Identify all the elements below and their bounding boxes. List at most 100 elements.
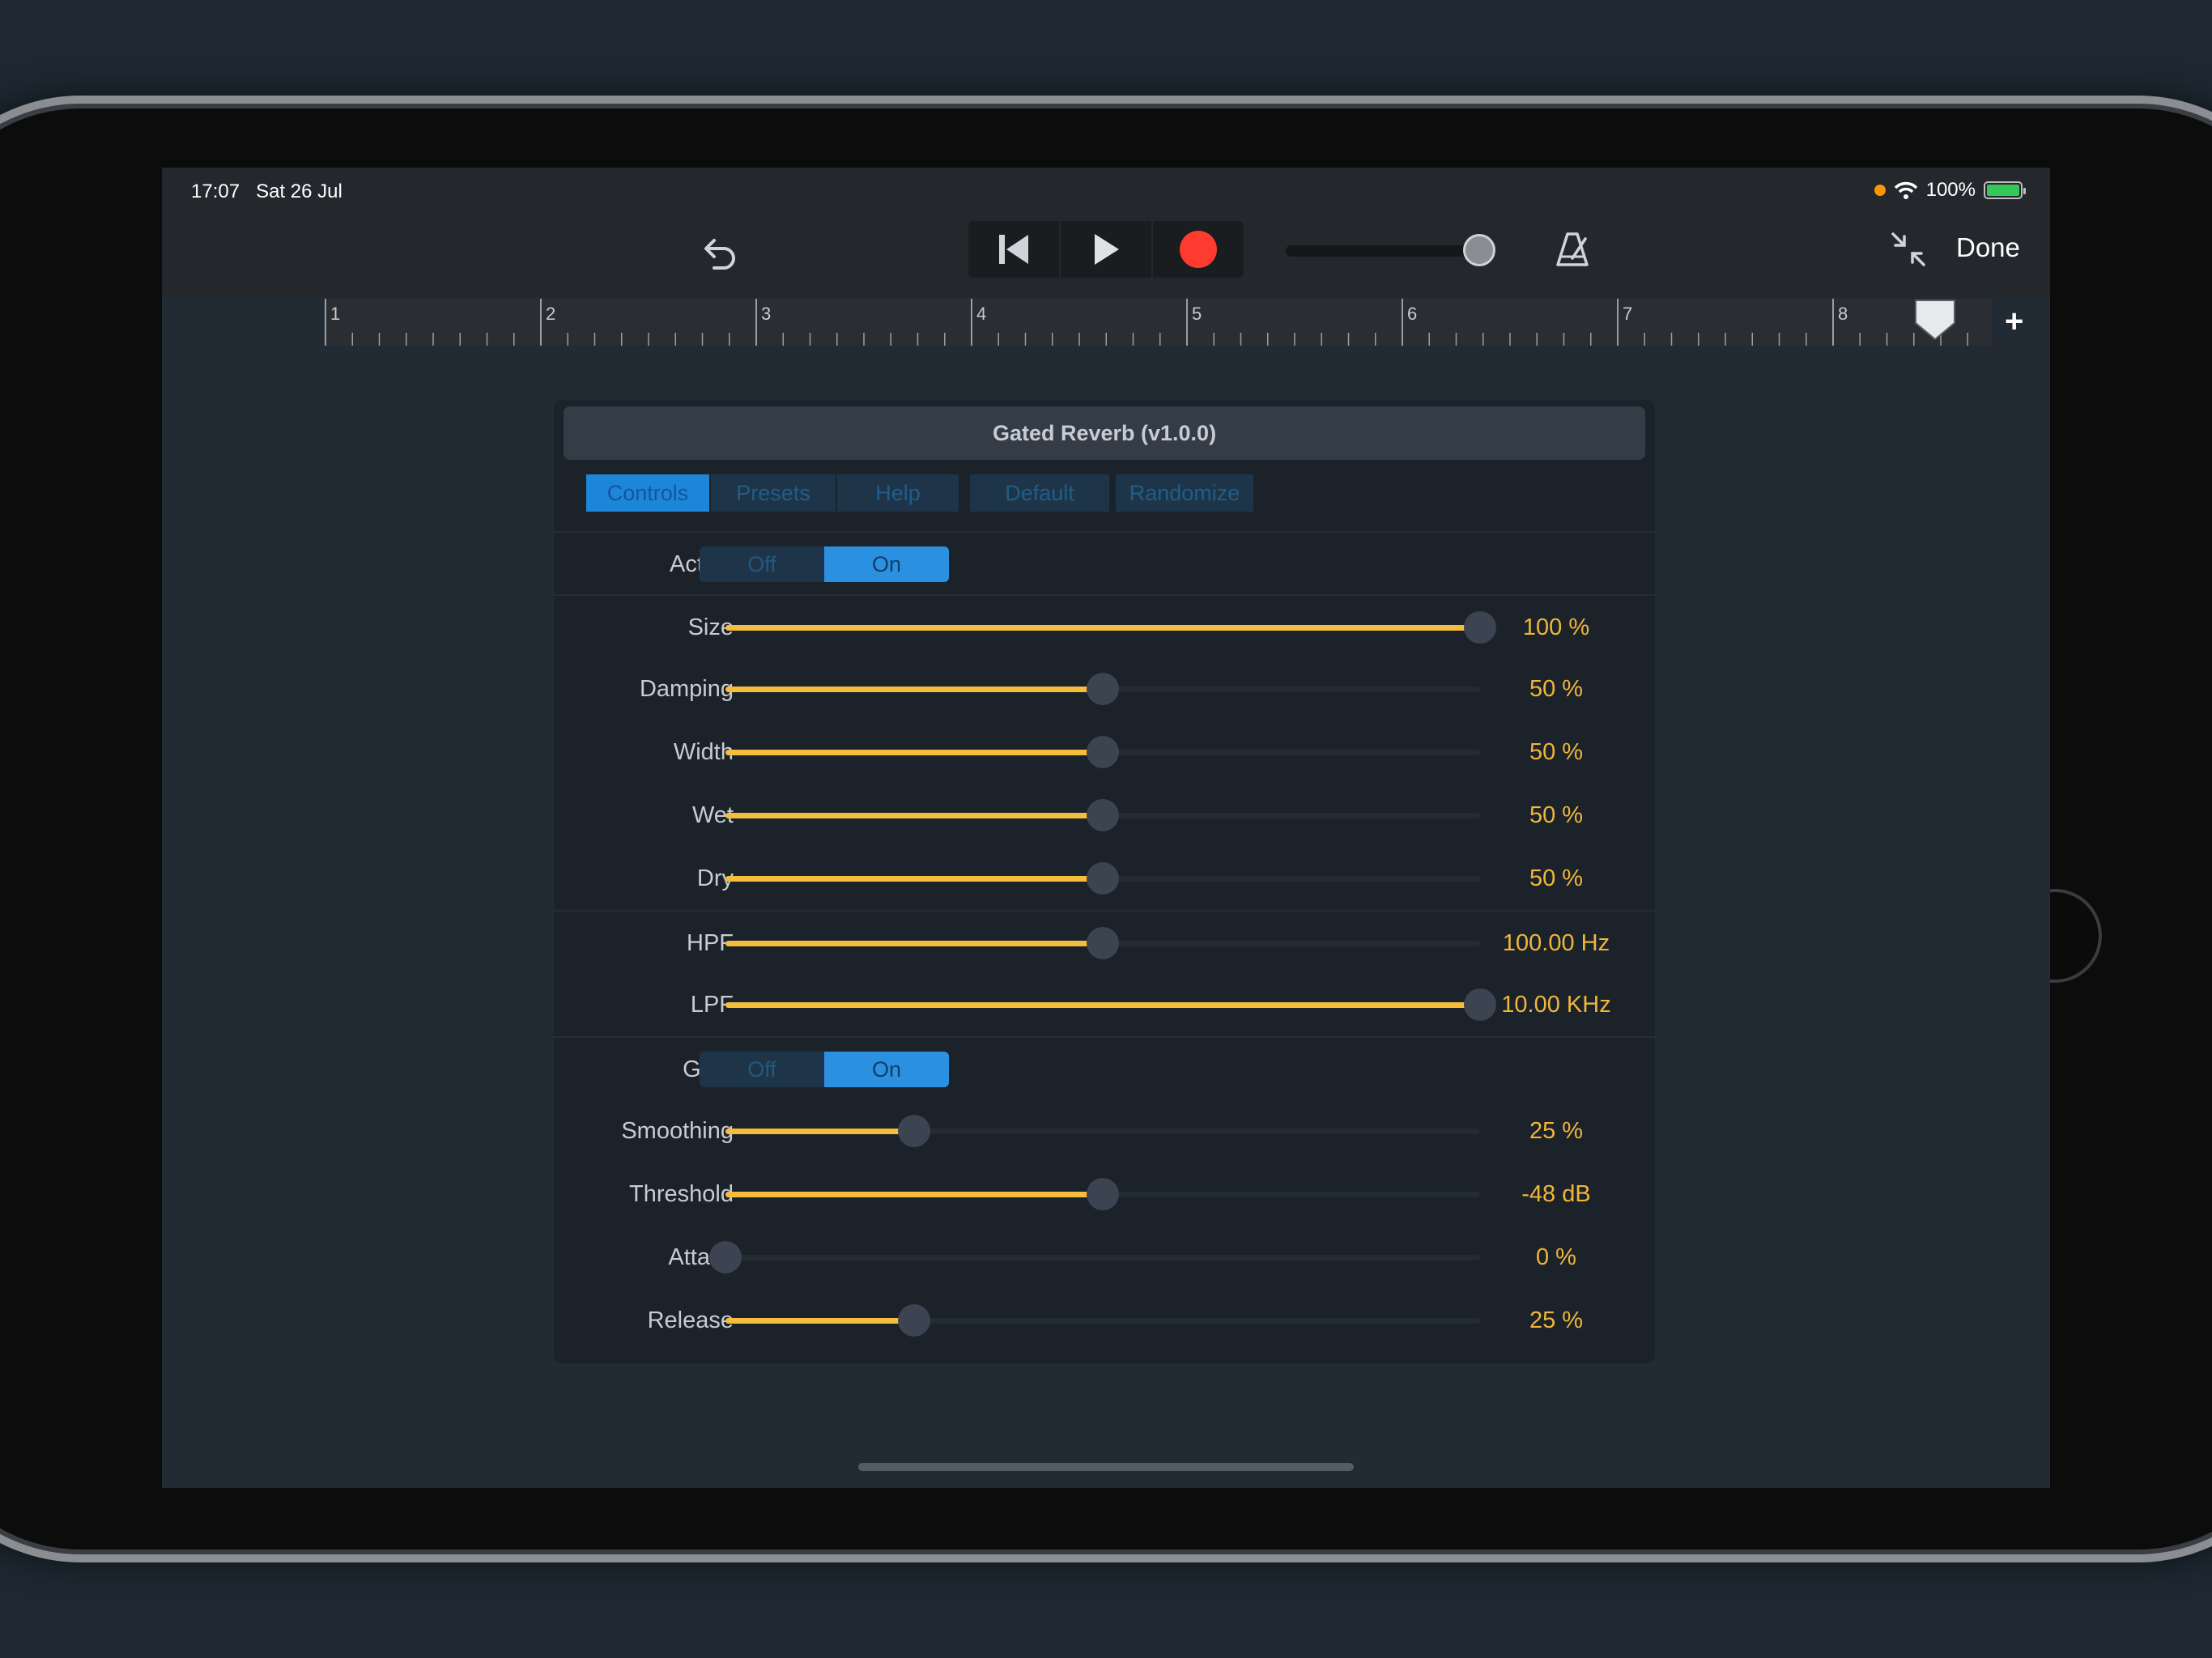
slider-knob[interactable] bbox=[1087, 799, 1119, 831]
bar-number: 7 bbox=[1623, 304, 1633, 324]
slider-fill bbox=[725, 625, 1480, 631]
slider-knob[interactable] bbox=[1087, 927, 1119, 959]
wet-slider[interactable] bbox=[725, 799, 1480, 831]
param-row-lpf: LPF 10.00 KHz bbox=[554, 973, 1655, 1036]
plus-icon[interactable]: + bbox=[2005, 304, 2023, 340]
param-row-attack: Attack 0 % bbox=[554, 1226, 1655, 1289]
slider-fill bbox=[725, 813, 1103, 818]
size-value: 100 % bbox=[1522, 614, 1590, 640]
slider-knob[interactable] bbox=[898, 1304, 930, 1337]
smoothing-label: Smoothing bbox=[621, 1117, 734, 1144]
tab-controls[interactable]: Controls bbox=[586, 474, 709, 512]
slider-knob[interactable] bbox=[1087, 1178, 1119, 1210]
hpf-slider[interactable] bbox=[725, 927, 1480, 959]
width-value: 50 % bbox=[1529, 738, 1584, 765]
mic-indicator-icon bbox=[1874, 185, 1886, 196]
bar-number: 8 bbox=[1838, 304, 1848, 324]
top-bar: 17:07 Sat 26 Jul 100% Done 1 2 3 4 5 6 7… bbox=[162, 168, 2050, 346]
done-button[interactable]: Done bbox=[1956, 232, 2020, 263]
active-on-option[interactable]: On bbox=[824, 546, 949, 582]
param-row-size: Size 100 % bbox=[554, 594, 1655, 657]
slider-fill bbox=[725, 876, 1103, 882]
bar-number: 6 bbox=[1407, 304, 1418, 324]
timeline-ruler[interactable]: 1 2 3 4 5 6 7 8 bbox=[324, 299, 1992, 346]
release-label: Release bbox=[647, 1307, 734, 1333]
active-toggle: Off On bbox=[700, 546, 949, 582]
undo-icon[interactable] bbox=[696, 231, 742, 276]
collapse-icon[interactable] bbox=[1888, 229, 1929, 270]
transport-controls bbox=[968, 221, 1244, 278]
width-label: Width bbox=[673, 738, 734, 765]
active-row: Active Off On bbox=[554, 531, 1655, 594]
threshold-label: Threshold bbox=[629, 1180, 734, 1207]
default-button[interactable]: Default bbox=[970, 474, 1109, 512]
threshold-slider[interactable] bbox=[725, 1178, 1480, 1210]
slider-fill bbox=[725, 750, 1103, 755]
ruler-ticks bbox=[325, 299, 1968, 346]
param-row-smoothing: Smoothing 25 % bbox=[554, 1099, 1655, 1163]
param-row-release: Release 25 % bbox=[554, 1289, 1655, 1352]
dry-slider[interactable] bbox=[725, 862, 1480, 895]
attack-value: 0 % bbox=[1536, 1244, 1576, 1270]
size-slider[interactable] bbox=[725, 611, 1496, 644]
slider-fill bbox=[725, 1318, 914, 1324]
param-row-dry: Dry 50 % bbox=[554, 847, 1655, 910]
param-row-hpf: HPF 100.00 Hz bbox=[554, 910, 1655, 973]
master-volume-knob[interactable] bbox=[1463, 234, 1496, 266]
width-slider[interactable] bbox=[725, 736, 1480, 768]
lpf-value: 10.00 KHz bbox=[1501, 991, 1611, 1018]
release-slider[interactable] bbox=[725, 1304, 1480, 1337]
home-indicator bbox=[858, 1463, 1354, 1471]
slider-knob[interactable] bbox=[1087, 862, 1119, 895]
tab-presets[interactable]: Presets bbox=[711, 474, 836, 512]
bar-number: 1 bbox=[330, 304, 341, 324]
damping-label: Damping bbox=[639, 675, 734, 702]
smoothing-value: 25 % bbox=[1529, 1117, 1584, 1144]
slider-knob[interactable] bbox=[1087, 736, 1119, 768]
damping-value: 50 % bbox=[1529, 675, 1584, 702]
slider-knob[interactable] bbox=[1087, 673, 1119, 705]
app-screen: 17:07 Sat 26 Jul 100% Done 1 2 3 4 5 6 7… bbox=[162, 168, 2050, 1488]
play-icon bbox=[1095, 234, 1119, 265]
play-button[interactable] bbox=[1061, 221, 1153, 278]
hpf-value: 100.00 Hz bbox=[1502, 929, 1610, 956]
active-off-option[interactable]: Off bbox=[700, 546, 824, 582]
param-row-width: Width 50 % bbox=[554, 721, 1655, 784]
metronome-icon[interactable] bbox=[1553, 229, 1593, 270]
status-time: 17:07 Sat 26 Jul bbox=[191, 181, 342, 203]
status-clock: 17:07 bbox=[191, 181, 240, 202]
battery-icon bbox=[1984, 181, 2026, 199]
bar-number: 5 bbox=[1192, 304, 1202, 324]
param-row-damping: Damping 50 % bbox=[554, 657, 1655, 721]
randomize-button[interactable]: Randomize bbox=[1116, 474, 1253, 512]
record-icon bbox=[1180, 231, 1217, 268]
damping-slider[interactable] bbox=[725, 673, 1480, 705]
go-to-start-button[interactable] bbox=[968, 221, 1061, 278]
plugin-panel: Gated Reverb (v1.0.0) Controls Presets H… bbox=[554, 400, 1655, 1363]
battery-percent: 100% bbox=[1925, 179, 1976, 201]
slider-knob[interactable] bbox=[709, 1241, 742, 1273]
slider-fill bbox=[725, 1192, 1103, 1197]
slider-fill bbox=[725, 1129, 914, 1134]
smoothing-slider[interactable] bbox=[725, 1115, 1480, 1147]
slider-fill bbox=[725, 941, 1103, 946]
slider-knob[interactable] bbox=[898, 1115, 930, 1147]
lpf-slider[interactable] bbox=[725, 988, 1496, 1021]
status-date: Sat 26 Jul bbox=[256, 181, 342, 202]
attack-slider[interactable] bbox=[709, 1241, 1480, 1273]
param-row-wet: Wet 50 % bbox=[554, 784, 1655, 847]
tab-help[interactable]: Help bbox=[837, 474, 959, 512]
param-row-threshold: Threshold -48 dB bbox=[554, 1163, 1655, 1226]
gate-row: Gate Off On bbox=[554, 1036, 1655, 1099]
plugin-title: Gated Reverb (v1.0.0) bbox=[564, 406, 1645, 460]
playhead-handle[interactable] bbox=[1912, 299, 1958, 342]
slider-fill bbox=[725, 687, 1103, 692]
record-button[interactable] bbox=[1153, 221, 1244, 278]
bar-number: 2 bbox=[546, 304, 556, 324]
gate-off-option[interactable]: Off bbox=[700, 1052, 824, 1087]
bar-number: 4 bbox=[976, 304, 987, 324]
status-indicators: 100% bbox=[1874, 179, 2026, 202]
release-value: 25 % bbox=[1529, 1307, 1584, 1333]
dry-value: 50 % bbox=[1529, 865, 1584, 891]
gate-on-option[interactable]: On bbox=[824, 1052, 949, 1087]
